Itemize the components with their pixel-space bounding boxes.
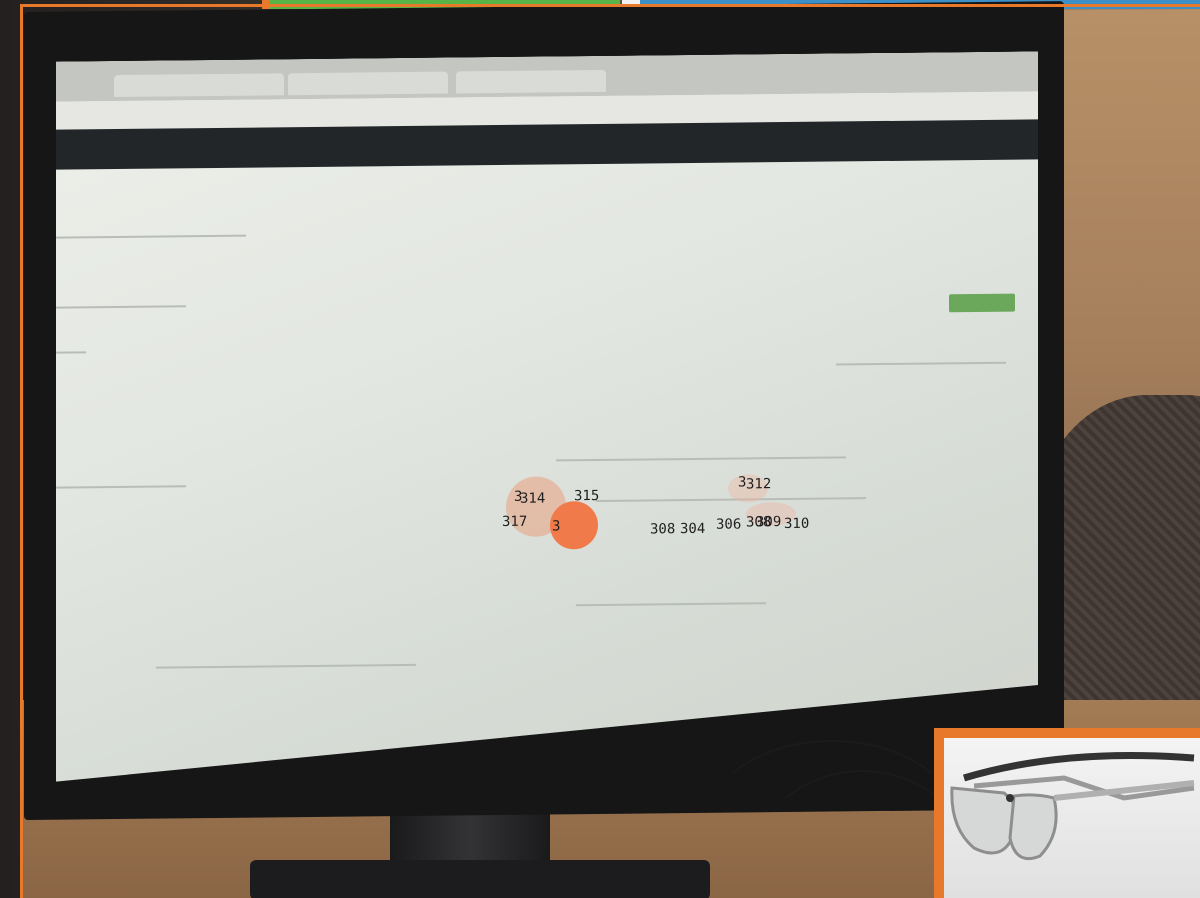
photo-frame: 3 314 315 3 312 317 3 308 304 306 308 30… bbox=[0, 0, 1200, 898]
border bbox=[20, 4, 1200, 898]
